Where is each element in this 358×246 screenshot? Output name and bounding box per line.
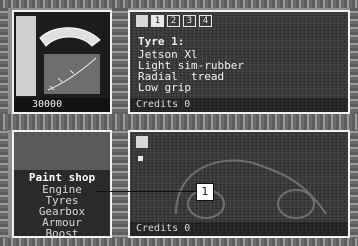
shop-menu-panel: Paint shop Engine Tyres Gearbox Armour B…	[12, 130, 112, 238]
tyre-price: 30000	[32, 99, 63, 110]
top-film-border	[0, 0, 358, 8]
tyre-tabs: 1 2 3 4	[136, 15, 212, 27]
callout-leader-line	[96, 191, 196, 192]
menu-item-boost[interactable]: Boost	[18, 228, 106, 237]
credits-readout: Credits 0	[136, 99, 190, 110]
tyre-title: Tyre 1:	[138, 35, 185, 48]
tab-tyre-4[interactable]: 4	[199, 15, 212, 27]
paint-preview-panel: Credits 0	[128, 130, 350, 238]
tab-tyre-1[interactable]: 1	[151, 15, 164, 27]
menu-backdrop	[14, 132, 110, 170]
tyre-image-panel[interactable]: 30000	[12, 10, 112, 114]
credits-value: 0	[184, 99, 191, 110]
tyre-illustration	[16, 16, 101, 96]
credits-label: Credits	[136, 99, 179, 110]
tyre-spec-line: Low grip	[138, 81, 191, 94]
credits-label: Credits	[136, 223, 179, 234]
middle-film-divider	[0, 114, 358, 130]
game-screen: 30000 1 2 3 4 Tyre 1: Jetson Xl Light si…	[0, 0, 358, 246]
callout-marker: 1	[196, 183, 214, 201]
tyre-info-panel: 1 2 3 4 Tyre 1: Jetson Xl Light sim-rubb…	[128, 10, 350, 114]
tab-tyre-3[interactable]: 3	[183, 15, 196, 27]
credits-readout: Credits 0	[136, 223, 190, 234]
car-outline-graphic	[175, 159, 327, 219]
garage-icon[interactable]	[136, 15, 148, 27]
credits-value: 0	[184, 223, 191, 234]
tab-tyre-2[interactable]: 2	[167, 15, 180, 27]
bottom-film-border	[0, 238, 358, 246]
